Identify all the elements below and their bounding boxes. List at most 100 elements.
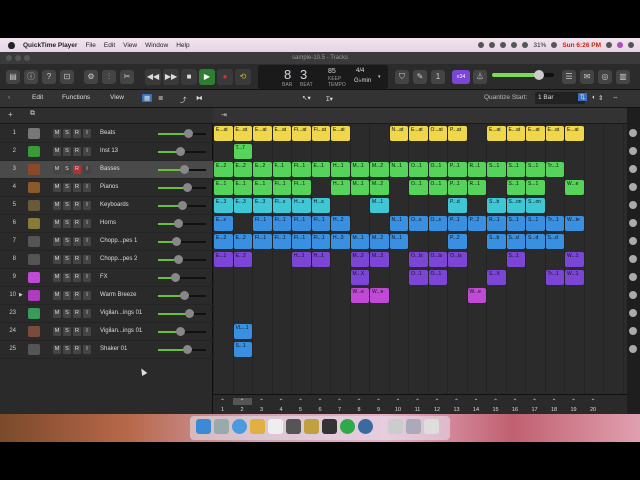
- bar-marker-icon[interactable]: ⌃: [232, 398, 252, 405]
- solo-button[interactable]: S: [63, 219, 71, 228]
- bar-marker-icon[interactable]: ⌃: [408, 398, 427, 405]
- count-in-icon[interactable]: 1: [431, 70, 445, 84]
- duplicate-track-icon[interactable]: ⧉: [30, 110, 35, 118]
- record-enable-button[interactable]: R: [73, 129, 81, 138]
- region[interactable]: E...2: [214, 162, 233, 177]
- region[interactable]: Fl...1: [292, 180, 311, 195]
- track-automation-icon[interactable]: [629, 309, 637, 317]
- region[interactable]: T...7: [233, 144, 252, 159]
- safari-icon[interactable]: [232, 419, 247, 434]
- record-enable-button[interactable]: R: [73, 345, 81, 354]
- region[interactable]: E...at: [409, 126, 428, 141]
- close-window-icon[interactable]: [6, 55, 12, 61]
- region[interactable]: S...b: [487, 198, 506, 213]
- back-chevron-icon[interactable]: ‹: [8, 94, 10, 101]
- track-name[interactable]: Inst 13: [100, 148, 118, 154]
- cycle-button[interactable]: ⟲: [235, 69, 251, 85]
- stop-button[interactable]: ■: [181, 69, 197, 85]
- region[interactable]: E...1: [253, 180, 272, 195]
- region[interactable]: W...e: [350, 288, 369, 303]
- bar-marker-icon[interactable]: ⌃: [350, 398, 369, 405]
- mute-button[interactable]: M: [53, 237, 61, 246]
- region[interactable]: S...1: [233, 342, 252, 357]
- region[interactable]: Fl...1: [272, 216, 291, 231]
- track-volume-fader[interactable]: [158, 133, 206, 135]
- library-icon[interactable]: ▤: [6, 70, 20, 84]
- bluetooth-icon[interactable]: [500, 42, 507, 48]
- solo-button[interactable]: S: [63, 147, 71, 156]
- region[interactable]: W...1: [565, 270, 584, 285]
- track-name[interactable]: Beats: [100, 130, 115, 136]
- track-automation-icon[interactable]: [629, 201, 637, 209]
- minimize-window-icon[interactable]: [15, 55, 21, 61]
- track-row[interactable]: 5 M S R I Keyboards: [0, 197, 213, 215]
- region[interactable]: P...1: [448, 162, 467, 177]
- input-monitor-button[interactable]: I: [83, 327, 91, 336]
- quick-help-icon[interactable]: ?: [42, 70, 56, 84]
- region[interactable]: O...s: [409, 216, 428, 231]
- region[interactable]: E...3: [233, 198, 252, 213]
- trash-icon[interactable]: [424, 419, 439, 434]
- track-automation-icon[interactable]: [629, 219, 637, 227]
- master-volume-slider[interactable]: [492, 70, 554, 80]
- mute-button[interactable]: M: [53, 309, 61, 318]
- track-row[interactable]: 2 M S R I Inst 13: [0, 143, 213, 161]
- region[interactable]: E...1: [214, 180, 233, 195]
- mute-button[interactable]: M: [53, 273, 61, 282]
- record-enable-button[interactable]: R: [73, 147, 81, 156]
- track-row[interactable]: 7 M S R I Chopp...pes 1: [0, 233, 213, 251]
- track-row[interactable]: 9 M S R I FX: [0, 269, 213, 287]
- region[interactable]: O...1: [409, 180, 428, 195]
- region[interactable]: E...at: [331, 126, 350, 141]
- region[interactable]: VL...1: [233, 324, 252, 339]
- region[interactable]: P...2: [467, 216, 486, 231]
- region[interactable]: O...1: [428, 270, 447, 285]
- region[interactable]: Fl...1: [311, 216, 330, 231]
- menu-edit[interactable]: Edit: [100, 42, 119, 49]
- region[interactable]: Fl...at: [311, 126, 330, 141]
- region[interactable]: Fl...1: [311, 234, 330, 249]
- track-name[interactable]: Warm Breeze: [100, 292, 136, 298]
- lcd-dropdown-icon[interactable]: ▾: [378, 74, 381, 80]
- record-enable-button[interactable]: R: [73, 201, 81, 210]
- pointer-tool-icon[interactable]: ↖▾: [302, 94, 311, 102]
- region[interactable]: S...1: [526, 180, 545, 195]
- region[interactable]: S...on: [506, 198, 525, 213]
- region[interactable]: O...ls: [428, 252, 447, 267]
- region[interactable]: O...at: [428, 126, 447, 141]
- solo-button[interactable]: S: [63, 291, 71, 300]
- bar-marker-icon[interactable]: ⌃: [369, 398, 388, 405]
- record-enable-button[interactable]: R: [73, 255, 81, 264]
- region[interactable]: P...d: [448, 198, 467, 213]
- track-row[interactable]: 10 ▶ M S R I Warm Breeze: [0, 287, 213, 305]
- menu-file[interactable]: File: [81, 42, 99, 49]
- solo-button[interactable]: S: [63, 183, 71, 192]
- final-cut-icon[interactable]: [304, 419, 319, 434]
- record-status-icon[interactable]: [478, 42, 485, 48]
- region[interactable]: P...at: [448, 126, 467, 141]
- fader-knob[interactable]: [175, 147, 185, 156]
- notes-app-icon[interactable]: [250, 419, 265, 434]
- editors-icon[interactable]: ✂: [120, 70, 134, 84]
- mute-button[interactable]: M: [53, 183, 61, 192]
- region[interactable]: R...1: [487, 216, 506, 231]
- disclosure-triangle-icon[interactable]: ▶: [19, 292, 23, 298]
- mute-button[interactable]: M: [53, 219, 61, 228]
- track-name[interactable]: Shaker 01: [100, 346, 127, 352]
- track-automation-icon[interactable]: [629, 237, 637, 245]
- input-monitor-button[interactable]: I: [83, 273, 91, 282]
- region[interactable]: S...1: [526, 162, 545, 177]
- mute-button[interactable]: M: [53, 327, 61, 336]
- mute-button[interactable]: M: [53, 147, 61, 156]
- region[interactable]: M...2: [370, 234, 389, 249]
- solo-button[interactable]: S: [63, 309, 71, 318]
- region[interactable]: W...e: [370, 288, 389, 303]
- region[interactable]: E...2: [253, 162, 272, 177]
- region[interactable]: E...at: [272, 126, 291, 141]
- track-automation-icon[interactable]: [629, 291, 637, 299]
- region[interactable]: S...on: [526, 198, 545, 213]
- record-enable-button[interactable]: R: [73, 165, 81, 174]
- region[interactable]: Fl...1: [292, 216, 311, 231]
- region[interactable]: E...at: [506, 126, 525, 141]
- automation-icon[interactable]: ⤴: [180, 94, 187, 104]
